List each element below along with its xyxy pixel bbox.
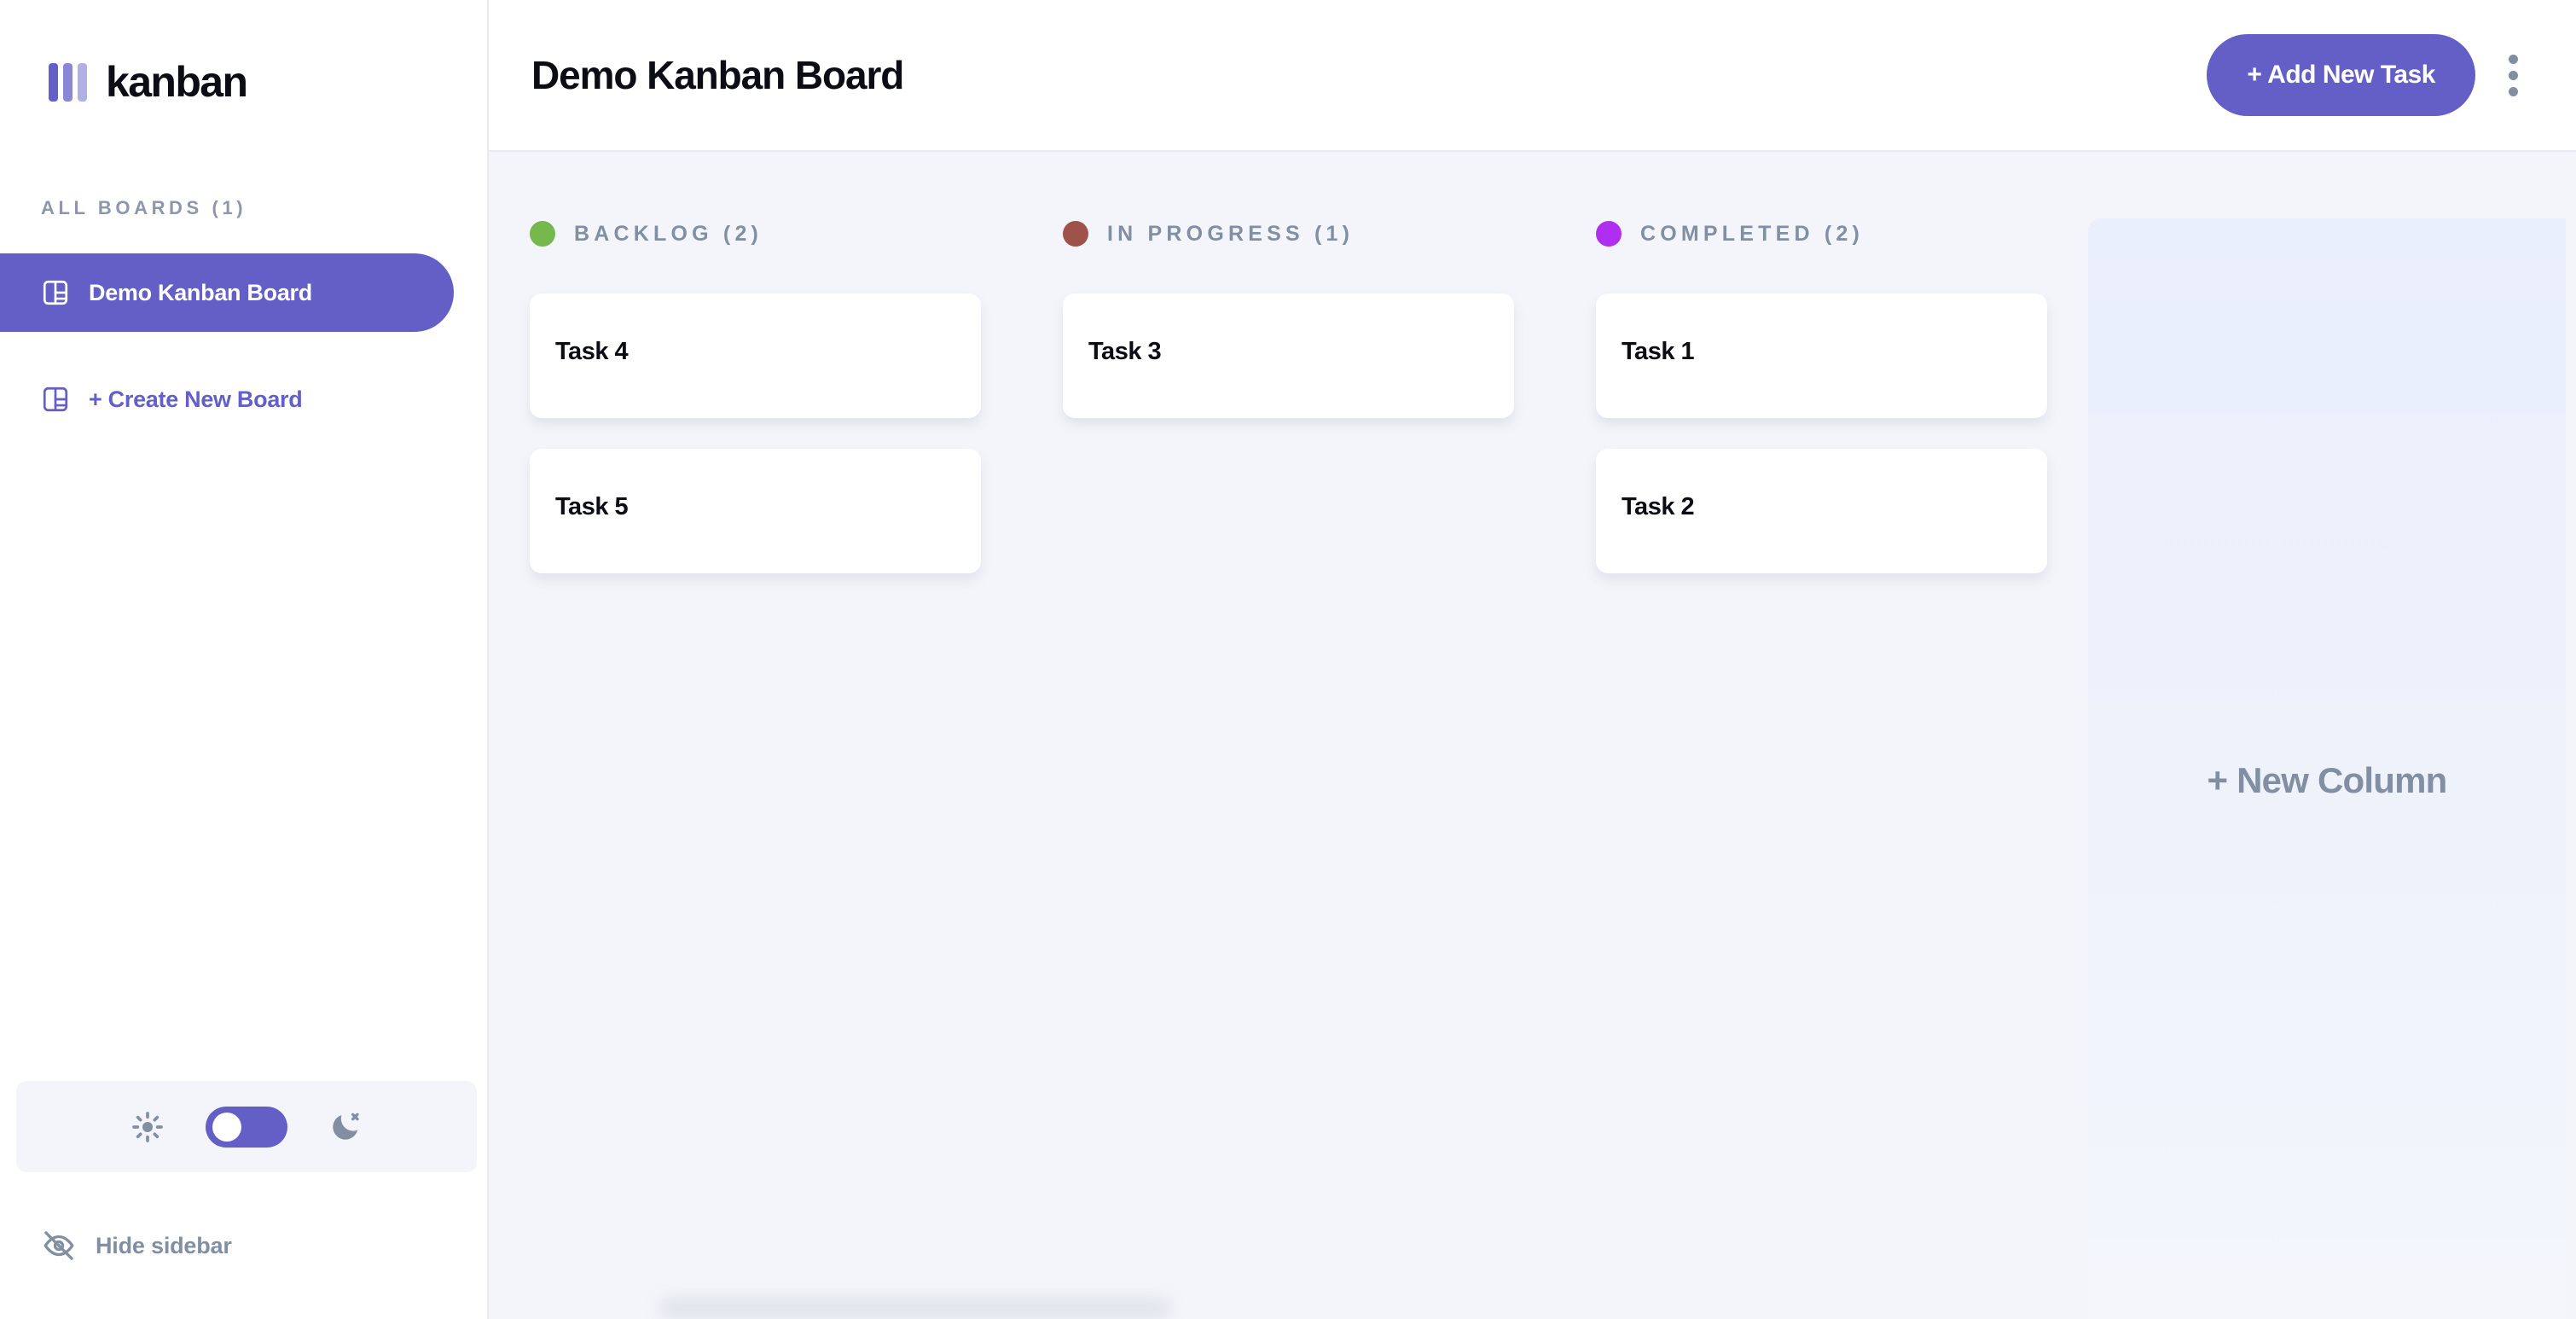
app-logo: kanban: [0, 0, 487, 116]
all-boards-label: ALL BOARDS (1): [41, 197, 247, 218]
theme-toggle-panel: [16, 1081, 477, 1172]
kanban-bars-icon: [49, 62, 87, 102]
theme-toggle-switch[interactable]: [206, 1106, 287, 1148]
board-area: BACKLOG (2) Task 4 Task 5 IN PROGRESS (1…: [489, 152, 2576, 1319]
sun-icon: [131, 1110, 165, 1144]
task-card[interactable]: Task 2: [1596, 449, 2047, 573]
scrollbar-thumb[interactable]: [659, 1299, 1171, 1317]
column-status-dot: [1596, 221, 1622, 247]
board-list: Demo Kanban Board + Create New Board: [0, 253, 487, 439]
task-card[interactable]: Task 5: [530, 449, 981, 573]
board-column-completed: COMPLETED (2) Task 1 Task 2: [1555, 218, 2088, 604]
board-icon: [41, 385, 70, 414]
column-title: BACKLOG (2): [574, 221, 763, 246]
app-root: kanban ALL BOARDS (1) Demo Kanban Board: [0, 0, 2576, 1319]
sidebar-item-create-new-board[interactable]: + Create New Board: [0, 360, 454, 439]
task-card[interactable]: Task 4: [530, 293, 981, 418]
column-header: COMPLETED (2): [1596, 218, 2047, 249]
hide-sidebar-label: Hide sidebar: [96, 1232, 232, 1258]
theme-toggle-knob: [212, 1112, 241, 1142]
main-region: Demo Kanban Board + Add New Task BACKLOG…: [489, 0, 2576, 1319]
board-column-backlog: BACKLOG (2) Task 4 Task 5: [489, 218, 1022, 604]
sidebar-item-label: Demo Kanban Board: [89, 279, 312, 305]
sidebar: kanban ALL BOARDS (1) Demo Kanban Board: [0, 0, 489, 1319]
sidebar-item-label: + Create New Board: [89, 386, 303, 412]
sidebar-item-demo-kanban-board[interactable]: Demo Kanban Board: [0, 253, 454, 332]
hide-sidebar-button[interactable]: Hide sidebar: [41, 1225, 487, 1266]
column-header: BACKLOG (2): [530, 218, 981, 249]
board-columns: BACKLOG (2) Task 4 Task 5 IN PROGRESS (1…: [489, 152, 2088, 604]
top-bar: Demo Kanban Board + Add New Task: [489, 0, 2576, 152]
task-card[interactable]: Task 3: [1063, 293, 1514, 418]
task-title: Task 3: [1088, 337, 1162, 365]
task-title: Task 2: [1622, 492, 1695, 520]
task-title: Task 4: [555, 337, 629, 365]
column-status-dot: [1063, 221, 1088, 247]
board-column-in-progress: IN PROGRESS (1) Task 3: [1022, 218, 1555, 449]
moon-icon: [328, 1110, 363, 1144]
task-title: Task 1: [1622, 337, 1695, 365]
logo-text: kanban: [106, 58, 248, 106]
kebab-menu-icon[interactable]: [2487, 34, 2538, 116]
eye-off-icon: [41, 1228, 77, 1264]
column-status-dot: [530, 221, 555, 247]
new-column-label: + New Column: [2207, 760, 2448, 800]
board-icon: [41, 278, 70, 307]
new-column-button[interactable]: + New Column: [2088, 218, 2566, 1319]
sidebar-bottom-padding: [0, 1266, 487, 1319]
column-title: IN PROGRESS (1): [1107, 221, 1355, 246]
add-new-task-button[interactable]: + Add New Task: [2207, 34, 2475, 116]
column-title: COMPLETED (2): [1640, 221, 1865, 246]
page-title: Demo Kanban Board: [531, 53, 904, 97]
task-title: Task 5: [555, 492, 629, 520]
column-header: IN PROGRESS (1): [1063, 218, 1514, 249]
task-card[interactable]: Task 1: [1596, 293, 2047, 418]
